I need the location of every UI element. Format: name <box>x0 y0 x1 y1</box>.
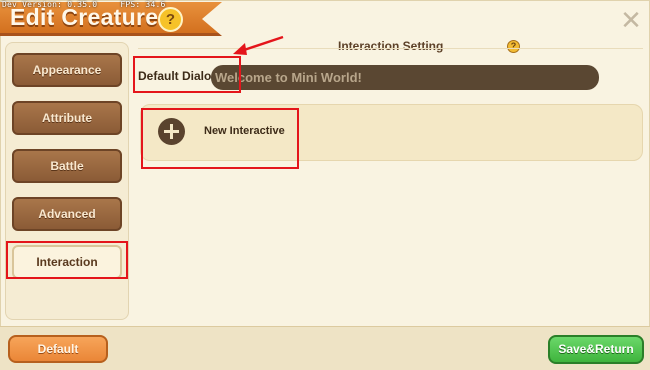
plus-circle-icon[interactable] <box>158 118 185 145</box>
section-divider <box>138 48 643 49</box>
question-mark-icon[interactable]: ? <box>158 7 183 32</box>
sidebar-item-appearance[interactable]: Appearance <box>12 53 122 87</box>
sidebar-item-interaction[interactable]: Interaction <box>12 245 122 279</box>
section-title: Interaction Setting <box>338 39 444 53</box>
sidebar-item-battle[interactable]: Battle <box>12 149 122 183</box>
debug-overlay: Dev Version: 0.35.0 FPS: 34.6 <box>2 0 184 9</box>
save-return-button[interactable]: Save&Return <box>548 335 644 364</box>
sidebar-item-attribute[interactable]: Attribute <box>12 101 122 135</box>
sidebar: Appearance Attribute Battle Advanced Int… <box>5 42 129 320</box>
fps-text: FPS: 34.6 <box>120 0 166 9</box>
default-dialog-label: Default Dialogue <box>138 69 218 83</box>
sidebar-item-advanced[interactable]: Advanced <box>12 197 122 231</box>
close-icon[interactable]: ✕ <box>620 7 642 33</box>
dev-version-text: Dev Version: 0.35.0 <box>2 0 98 9</box>
new-interactive-button[interactable]: New Interactive <box>204 125 285 137</box>
default-dialog-input[interactable]: Welcome to Mini World! <box>211 65 599 90</box>
section-help-icon[interactable]: ? <box>507 40 520 53</box>
default-button[interactable]: Default <box>8 335 108 363</box>
